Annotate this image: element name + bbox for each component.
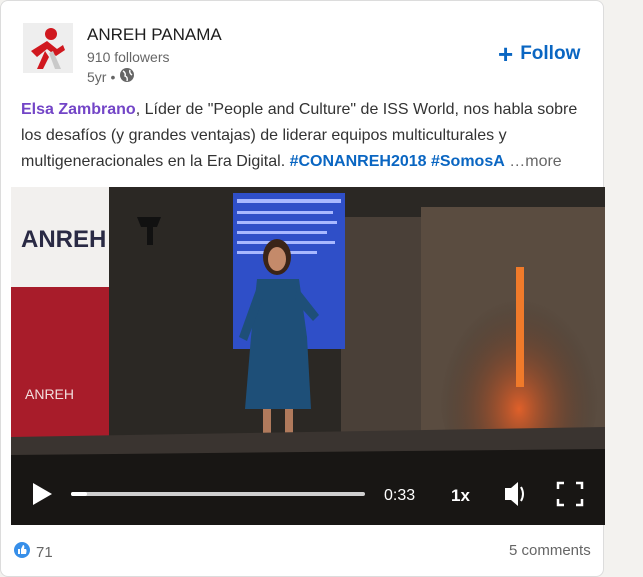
hashtag-link[interactable]: #CONANREH2018 (290, 153, 427, 170)
like-reaction-icon (13, 541, 31, 563)
company-name[interactable]: ANREH PANAMA (87, 25, 222, 45)
banner-text: ANREH (21, 226, 106, 253)
controls-bar: 0:33 1x (33, 481, 584, 507)
mention-link[interactable]: Elsa Zambrano (21, 101, 136, 118)
post-age: 5yr (87, 68, 107, 85)
playback-speed-button[interactable]: 1x (451, 486, 470, 505)
follow-button[interactable]: + Follow (498, 41, 580, 67)
banner-small-text: ANREH (25, 386, 74, 402)
time-display: 0:33 (384, 487, 415, 504)
dot-separator: • (110, 68, 116, 85)
video-controls: 0:33 1x (11, 469, 605, 525)
fullscreen-icon[interactable] (556, 481, 584, 507)
hashtag-link[interactable]: #SomosA (431, 153, 505, 170)
post-caption: Elsa Zambrano, Líder de "People and Cult… (21, 97, 591, 175)
video-player[interactable]: ANREH ANREH 0:33 1x (11, 187, 605, 525)
follow-label: Follow (520, 43, 581, 64)
post-meta: 5yr • (87, 67, 135, 86)
progress-fill (71, 492, 87, 496)
see-more-link[interactable]: …more (509, 153, 561, 170)
reaction-count: 71 (36, 543, 53, 561)
follower-count: 910 followers (87, 49, 170, 65)
feed-post: ANREH PANAMA 910 followers 5yr • + Follo… (0, 0, 605, 577)
globe-icon (119, 67, 135, 86)
reactions[interactable]: 71 (13, 541, 53, 563)
comments-count[interactable]: 5 comments (509, 542, 591, 559)
company-logo[interactable] (23, 23, 73, 73)
play-icon[interactable] (33, 483, 52, 505)
progress-track[interactable] (71, 492, 365, 496)
volume-icon[interactable] (505, 482, 524, 506)
plus-icon: + (498, 39, 514, 69)
